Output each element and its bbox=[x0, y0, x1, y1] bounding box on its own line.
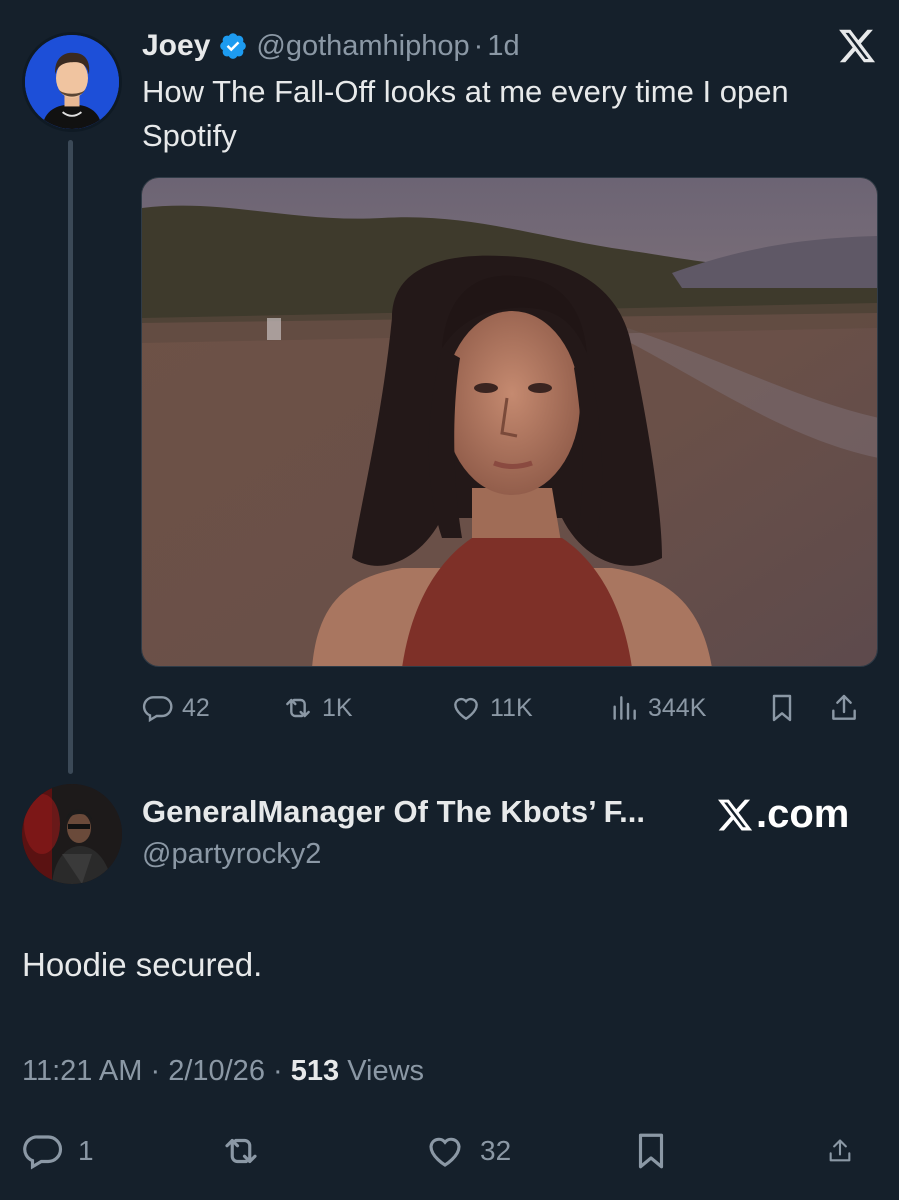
avatar-illustration bbox=[25, 35, 119, 129]
reply-icon bbox=[23, 1135, 63, 1170]
like-count: 32 bbox=[480, 1135, 512, 1166]
separator-dot: · bbox=[273, 1055, 283, 1087]
reply-button[interactable]: 42 bbox=[142, 692, 282, 724]
heart-icon bbox=[454, 697, 478, 721]
separator-dot: · bbox=[150, 1055, 161, 1087]
share-icon bbox=[829, 1139, 851, 1162]
tweet-header: Joey @gothamhiphop · 1d bbox=[142, 26, 520, 66]
thread-connector-line bbox=[68, 140, 73, 774]
reply-icon bbox=[142, 696, 173, 723]
repost-count: 1K bbox=[322, 693, 353, 722]
reply-author-avatar[interactable] bbox=[22, 784, 122, 884]
share-icon bbox=[832, 694, 856, 720]
reply-count: 1 bbox=[78, 1135, 94, 1166]
share-button[interactable] bbox=[826, 1130, 868, 1172]
share-button[interactable] bbox=[828, 692, 868, 724]
reply-author-handle[interactable]: @partyrocky2 bbox=[142, 838, 321, 871]
author-name[interactable]: Joey bbox=[142, 29, 210, 63]
avatar-photo bbox=[22, 784, 122, 884]
reply-count: 42 bbox=[182, 693, 210, 722]
x-com-label: .com bbox=[756, 792, 850, 836]
reply-tweet-actions: 1 32 bbox=[22, 1126, 868, 1176]
tweet-age[interactable]: 1d bbox=[487, 30, 519, 63]
reply-time[interactable]: 11:21 AM bbox=[22, 1055, 142, 1087]
tweet-text: How The Fall-Off looks at me every time … bbox=[142, 74, 789, 153]
tweet-actions: 42 1K 11K 344K bbox=[142, 686, 878, 730]
author-handle[interactable]: @gothamhiphop bbox=[256, 30, 469, 63]
views-count: 344K bbox=[648, 693, 707, 722]
separator-dot: · bbox=[473, 29, 484, 62]
reply-author-name[interactable]: GeneralManager Of The Kbots’ F... bbox=[142, 794, 645, 830]
like-button[interactable]: 32 bbox=[424, 1130, 630, 1172]
reply-button[interactable]: 1 bbox=[22, 1130, 220, 1172]
bookmark-icon bbox=[638, 1133, 664, 1169]
x-logo-icon bbox=[717, 799, 753, 830]
heart-icon bbox=[429, 1137, 461, 1167]
like-button[interactable]: 11K bbox=[450, 692, 608, 724]
reply-text: Hoodie secured. bbox=[22, 946, 263, 983]
x-logo-icon bbox=[837, 26, 877, 66]
repost-icon bbox=[286, 698, 310, 718]
tweet-photo[interactable] bbox=[141, 177, 878, 667]
author-avatar[interactable] bbox=[22, 32, 122, 132]
reply-meta: 11:21 AM · 2/10/26 · 513 Views bbox=[22, 1055, 424, 1088]
views-chart-icon bbox=[613, 696, 636, 720]
bookmark-icon bbox=[772, 694, 792, 722]
verified-badge-icon bbox=[218, 31, 248, 61]
bookmark-button[interactable] bbox=[766, 692, 828, 724]
reply-views-count: 513 bbox=[290, 1055, 340, 1087]
photo-image bbox=[142, 178, 877, 666]
repost-button[interactable]: 1K bbox=[282, 692, 450, 724]
repost-button[interactable] bbox=[220, 1130, 424, 1172]
reply-date[interactable]: 2/10/26 bbox=[168, 1055, 265, 1087]
reply-views-label: Views bbox=[347, 1055, 425, 1087]
like-count: 11K bbox=[490, 693, 533, 722]
x-com-watermark: .com bbox=[716, 792, 849, 837]
views-button[interactable]: 344K bbox=[608, 692, 766, 724]
bookmark-button[interactable] bbox=[630, 1130, 826, 1172]
repost-icon bbox=[225, 1138, 257, 1164]
